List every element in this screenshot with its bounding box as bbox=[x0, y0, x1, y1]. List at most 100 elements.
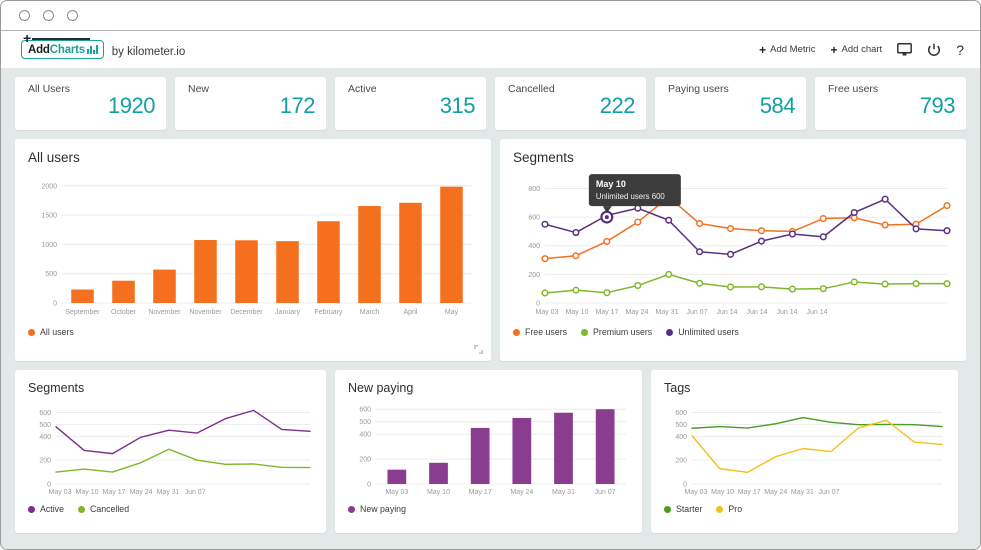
legend-color-swatch bbox=[513, 328, 520, 336]
legend-label: Pro bbox=[728, 504, 743, 514]
legend-label: New paying bbox=[360, 504, 406, 514]
svg-text:May 31: May 31 bbox=[157, 489, 180, 496]
power-icon[interactable] bbox=[927, 43, 941, 57]
legend-item[interactable]: Cancelled bbox=[77, 504, 130, 514]
logo-badge: + Add Charts bbox=[21, 31, 104, 59]
svg-text:Jun 07: Jun 07 bbox=[595, 489, 616, 496]
svg-text:May 03: May 03 bbox=[536, 309, 559, 316]
svg-text:May 31: May 31 bbox=[656, 309, 679, 316]
maximize-dot[interactable] bbox=[43, 10, 54, 21]
close-dot[interactable] bbox=[67, 10, 78, 21]
help-icon[interactable]: ? bbox=[956, 42, 964, 58]
svg-text:200: 200 bbox=[39, 458, 51, 465]
svg-text:May 31: May 31 bbox=[552, 489, 575, 496]
kpi-value: 222 bbox=[599, 93, 636, 118]
legend-color-swatch bbox=[28, 328, 35, 336]
legend-color-swatch bbox=[716, 505, 724, 513]
plot-segments-bottom: 0 200 400 500 600 May 03 May 10 May 17 May 24 May… bbox=[28, 395, 313, 502]
svg-text:0: 0 bbox=[53, 301, 57, 308]
svg-text:Jun 07: Jun 07 bbox=[686, 309, 707, 316]
legend-item[interactable]: Free users bbox=[513, 327, 567, 337]
svg-text:May 10: May 10 bbox=[76, 489, 99, 496]
svg-text:May: May bbox=[445, 309, 459, 316]
kpi-card-free-users[interactable]: Free users 793 bbox=[815, 77, 966, 130]
svg-text:600: 600 bbox=[39, 410, 51, 417]
legend-label: Unlimited users bbox=[678, 327, 739, 337]
legend-item[interactable]: Active bbox=[28, 504, 64, 514]
kpi-card-all-users[interactable]: All Users 1920 bbox=[15, 77, 166, 130]
svg-text:800: 800 bbox=[528, 186, 540, 193]
svg-text:May 24: May 24 bbox=[510, 489, 533, 496]
svg-text:400: 400 bbox=[675, 434, 687, 441]
legend-item[interactable]: Starter bbox=[664, 504, 702, 514]
logo-charts-text: Charts bbox=[49, 43, 85, 56]
legend-label: Cancelled bbox=[89, 504, 130, 514]
kpi-card-paying-users[interactable]: Paying users 584 bbox=[655, 77, 806, 130]
svg-text:200: 200 bbox=[675, 458, 687, 465]
chart-row-top: All users 0 500 1000 1500 2000 September Octob… bbox=[15, 139, 966, 361]
svg-text:Unlimited users 600: Unlimited users 600 bbox=[596, 192, 666, 201]
svg-text:500: 500 bbox=[45, 271, 57, 278]
svg-text:Jun 14: Jun 14 bbox=[806, 309, 827, 316]
tags-line-chart: 0 200 400 500 600 May 03 May 10 May 17 May 24 May… bbox=[675, 410, 943, 496]
legend-color-swatch bbox=[348, 505, 355, 513]
chart-row-bottom: Segments 0 200 400 500 600 May 03 May 10 May 17… bbox=[15, 370, 966, 533]
card-new-paying[interactable]: New paying 0 200 400 500 600 May 03 May 10 May … bbox=[335, 370, 642, 533]
svg-text:November: November bbox=[148, 309, 181, 316]
card-segments-bottom[interactable]: Segments 0 200 400 500 600 May 03 May 10 May 17… bbox=[15, 370, 326, 533]
logo-plus-icon: + bbox=[23, 30, 32, 46]
segments-line-chart: 0 200 400 600 800 May 03 May 10 May 17 May 24 May… bbox=[528, 174, 951, 316]
svg-text:May 10: May 10 bbox=[566, 309, 589, 316]
svg-text:600: 600 bbox=[528, 215, 540, 222]
legend-item[interactable]: All users bbox=[28, 327, 74, 337]
svg-text:May 24: May 24 bbox=[764, 489, 787, 496]
kpi-value: 172 bbox=[279, 93, 316, 118]
kpi-card-active[interactable]: Active 315 bbox=[335, 77, 486, 130]
legend-tags: Starter Pro bbox=[664, 504, 945, 514]
legend-item[interactable]: Premium users bbox=[581, 327, 652, 337]
svg-text:200: 200 bbox=[528, 272, 540, 279]
plot-segments-top: 0 200 400 600 800 May 03 May 10 May 17 May 24 May… bbox=[513, 165, 953, 325]
kpi-card-new[interactable]: New 172 bbox=[175, 77, 326, 130]
monitor-icon[interactable] bbox=[897, 43, 913, 56]
legend-item[interactable]: Unlimited users bbox=[666, 327, 739, 337]
svg-text:0: 0 bbox=[47, 482, 51, 489]
card-all-users[interactable]: All users 0 500 1000 1500 2000 September Octob… bbox=[15, 139, 491, 361]
app-logo[interactable]: + Add Charts by kilometer.io bbox=[21, 31, 185, 59]
svg-text:May 24: May 24 bbox=[130, 489, 153, 496]
kpi-card-cancelled[interactable]: Cancelled 222 bbox=[495, 77, 646, 130]
legend-color-swatch bbox=[28, 505, 35, 513]
minimize-dot[interactable] bbox=[19, 10, 30, 21]
card-tags[interactable]: Tags 0 200 400 500 600 May 03 May 10 May 17 May … bbox=[651, 370, 958, 533]
svg-text:May 10: May 10 bbox=[711, 489, 734, 496]
legend-color-swatch bbox=[666, 328, 674, 336]
plot-tags: 0 200 400 500 600 May 03 May 10 May 17 May 24 May… bbox=[664, 395, 945, 502]
svg-text:200: 200 bbox=[359, 457, 371, 464]
svg-text:May 03: May 03 bbox=[49, 489, 72, 496]
logo-bars-icon bbox=[87, 45, 98, 54]
legend-label: Active bbox=[40, 504, 64, 514]
legend-item[interactable]: Pro bbox=[716, 504, 742, 514]
add-metric-label: Add Metric bbox=[770, 44, 816, 55]
card-title: New paying bbox=[348, 381, 414, 395]
add-chart-button[interactable]: + Add chart bbox=[831, 44, 883, 56]
kpi-value: 793 bbox=[919, 93, 956, 118]
legend-item[interactable]: New paying bbox=[348, 504, 406, 514]
kpi-value: 315 bbox=[439, 93, 476, 118]
add-metric-button[interactable]: + Add Metric bbox=[759, 44, 815, 56]
legend-label: Premium users bbox=[593, 327, 653, 337]
kpi-row: All Users 1920 New 172 Active 315 Cancel… bbox=[15, 77, 966, 130]
card-title: Segments bbox=[513, 150, 574, 165]
svg-text:500: 500 bbox=[359, 419, 371, 426]
toolbar-actions: + Add Metric + Add chart ? bbox=[759, 42, 964, 58]
legend-new-paying: New paying bbox=[348, 504, 629, 514]
kpi-value: 1920 bbox=[108, 93, 155, 118]
svg-text:1500: 1500 bbox=[41, 213, 57, 220]
resize-handle-icon[interactable] bbox=[474, 345, 483, 354]
svg-text:400: 400 bbox=[359, 432, 371, 439]
logo-add-text: Add bbox=[28, 43, 50, 56]
legend-label: Free users bbox=[525, 327, 568, 337]
card-segments-top[interactable]: Segments 0 200 400 600 800 May 03 May 10 May 17… bbox=[500, 139, 966, 361]
svg-text:May 17: May 17 bbox=[469, 489, 492, 496]
plot-new-paying: 0 200 400 500 600 May 03 May 10 May 17 May 24 May… bbox=[348, 395, 629, 502]
